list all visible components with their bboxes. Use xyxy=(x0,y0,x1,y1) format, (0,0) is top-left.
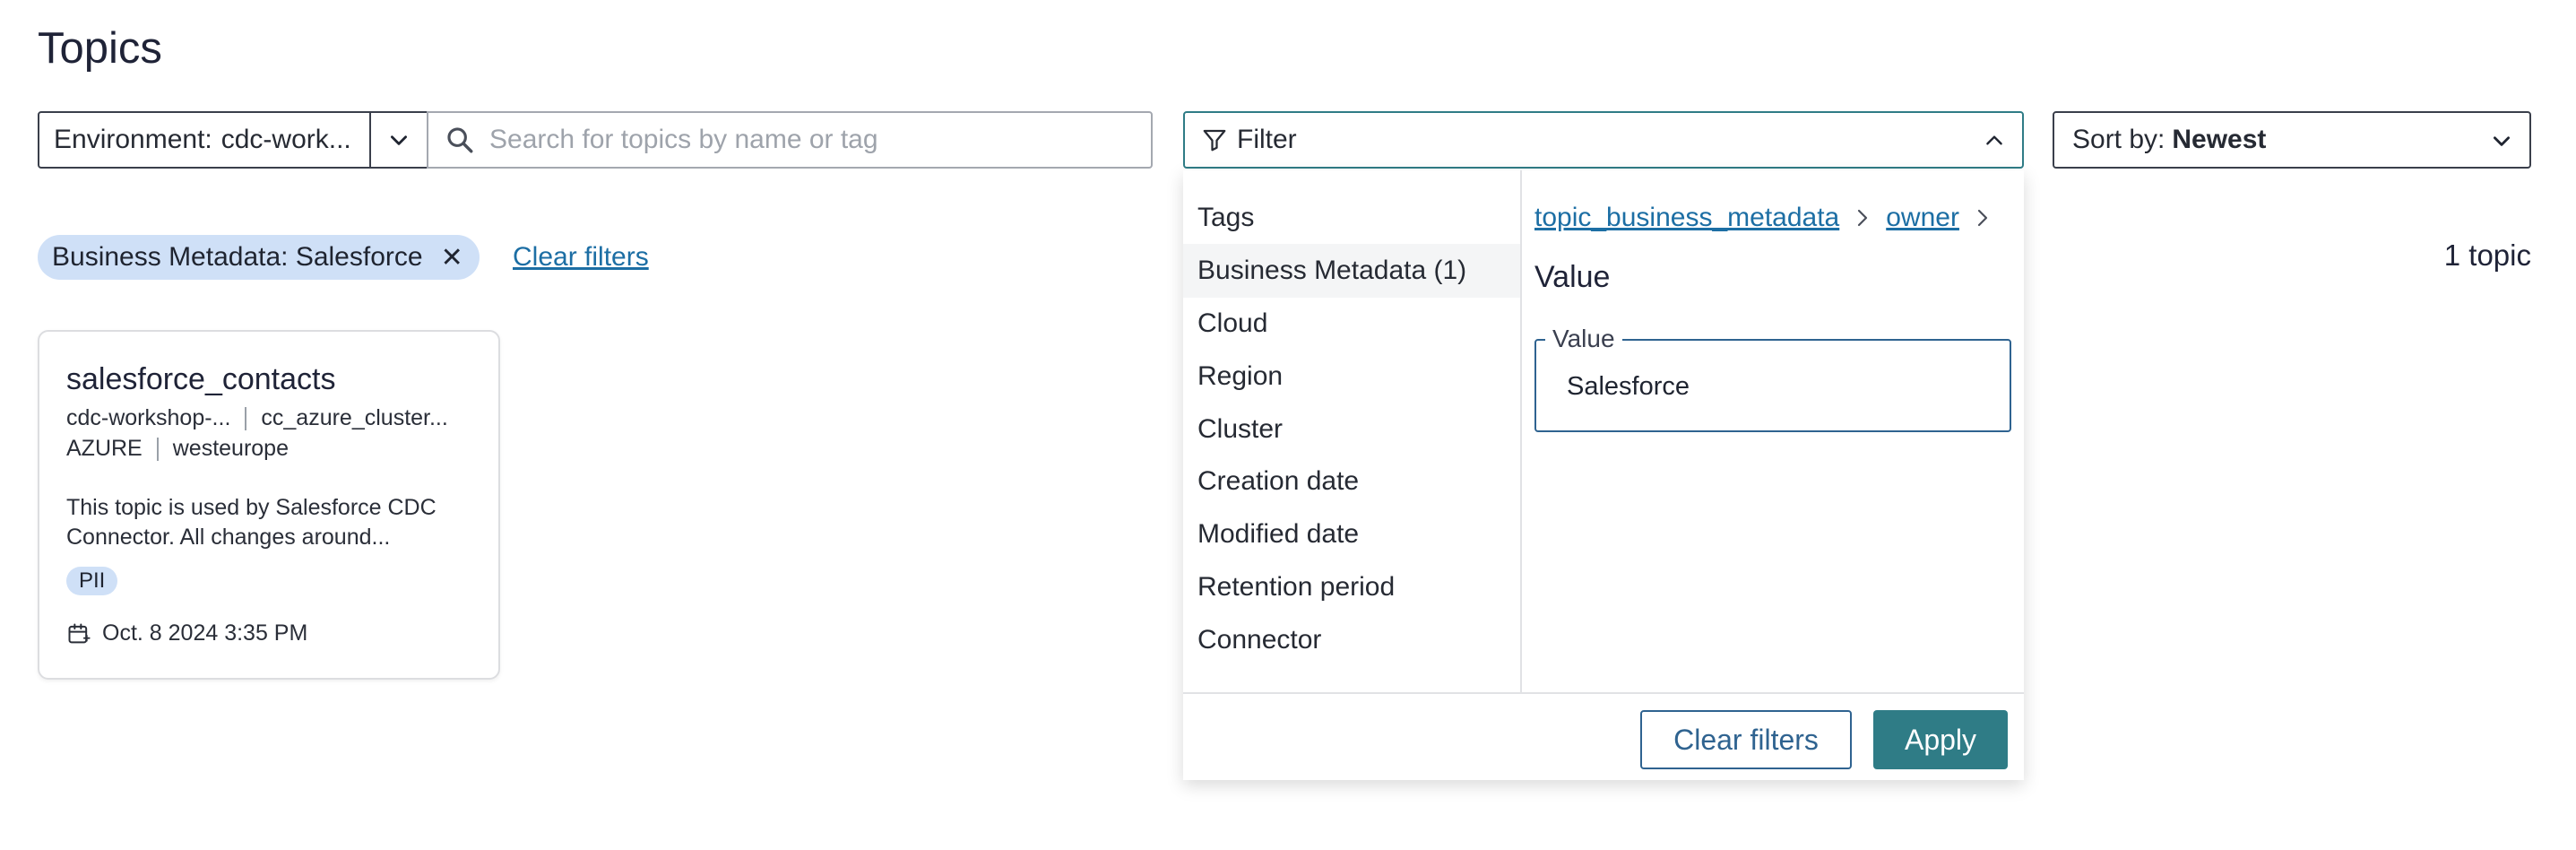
topic-region: westeurope xyxy=(172,436,289,461)
result-count: 1 topic xyxy=(2443,239,2531,272)
chevron-down-icon xyxy=(391,135,407,145)
topic-meta-cloud: AZURE westeurope xyxy=(66,436,289,462)
chevron-right-icon xyxy=(1977,209,1988,227)
topic-cloud: AZURE xyxy=(66,436,143,461)
filter-chip-label: Business Metadata: Salesforce xyxy=(52,242,423,272)
tag-badge: PII xyxy=(66,567,118,595)
filter-category-creation-date[interactable]: Creation date xyxy=(1197,466,1359,497)
clear-filters-button[interactable]: Clear filters xyxy=(1640,710,1852,769)
chevron-up-icon xyxy=(1986,135,2002,145)
chevron-right-icon xyxy=(1858,209,1868,227)
sort-select[interactable]: Sort by: Newest xyxy=(2053,111,2531,169)
filter-chip: Business Metadata: Salesforce ✕ xyxy=(38,235,480,280)
value-title: Value xyxy=(1534,260,1611,294)
close-icon[interactable]: ✕ xyxy=(441,242,463,273)
search-input[interactable] xyxy=(488,124,1119,156)
filter-panel: Tags Business Metadata (1) Cloud Region … xyxy=(1183,170,2024,780)
filter-category-business-metadata[interactable]: Business Metadata (1) xyxy=(1197,256,1466,286)
topic-name[interactable]: salesforce_contacts xyxy=(66,362,336,397)
clear-filters-link[interactable]: Clear filters xyxy=(513,242,649,273)
environment-dropdown-button[interactable] xyxy=(369,111,428,169)
filter-category-region[interactable]: Region xyxy=(1197,361,1283,392)
breadcrumb-owner[interactable]: owner xyxy=(1886,203,1959,233)
filter-category-list: Tags Business Metadata (1) Cloud Region … xyxy=(1183,170,1522,692)
filter-category-cloud[interactable]: Cloud xyxy=(1197,308,1267,339)
divider xyxy=(156,437,159,461)
search-field[interactable] xyxy=(427,111,1153,169)
calendar-icon xyxy=(68,623,91,643)
filter-category-connector[interactable]: Connector xyxy=(1197,625,1321,655)
filter-label: Filter xyxy=(1237,125,1297,154)
filter-dropdown[interactable]: Filter xyxy=(1183,111,2024,169)
sort-label: Sort by: xyxy=(2072,125,2165,154)
topic-meta-env: cdc-workshop-... cc_azure_cluster... xyxy=(66,405,448,431)
topic-created: Oct. 8 2024 3:35 PM xyxy=(66,620,307,646)
breadcrumb-metadata[interactable]: topic_business_metadata xyxy=(1534,203,1839,233)
topic-created-date: Oct. 8 2024 3:35 PM xyxy=(102,620,308,646)
filter-panel-footer: Clear filters Apply xyxy=(1183,692,2024,782)
chevron-down-icon xyxy=(2494,136,2510,146)
breadcrumb: topic_business_metadata owner xyxy=(1534,203,2006,233)
environment-select[interactable]: Environment: cdc-work... xyxy=(38,111,371,169)
filter-category-cluster[interactable]: Cluster xyxy=(1197,414,1283,445)
environment-value: cdc-work... xyxy=(220,125,351,154)
filter-category-modified-date[interactable]: Modified date xyxy=(1197,519,1359,550)
value-field-label: Value xyxy=(1545,325,1622,353)
topic-description: This topic is used by Salesforce CDC Con… xyxy=(66,495,437,550)
environment-label: Environment: xyxy=(54,125,212,154)
topic-environment: cdc-workshop-... xyxy=(66,405,231,430)
topic-cluster: cc_azure_cluster... xyxy=(261,405,448,430)
filter-category-tags[interactable]: Tags xyxy=(1197,203,1254,233)
sort-value: Newest xyxy=(2172,125,2267,154)
value-input[interactable] xyxy=(1565,371,1981,403)
topic-card[interactable]: salesforce_contacts cdc-workshop-... cc_… xyxy=(38,330,500,680)
page-title: Topics xyxy=(38,24,162,73)
divider xyxy=(245,406,247,430)
filter-category-retention-period[interactable]: Retention period xyxy=(1197,572,1395,603)
apply-button[interactable]: Apply xyxy=(1873,710,2008,769)
filter-icon xyxy=(1203,129,1226,152)
search-icon xyxy=(447,127,473,153)
